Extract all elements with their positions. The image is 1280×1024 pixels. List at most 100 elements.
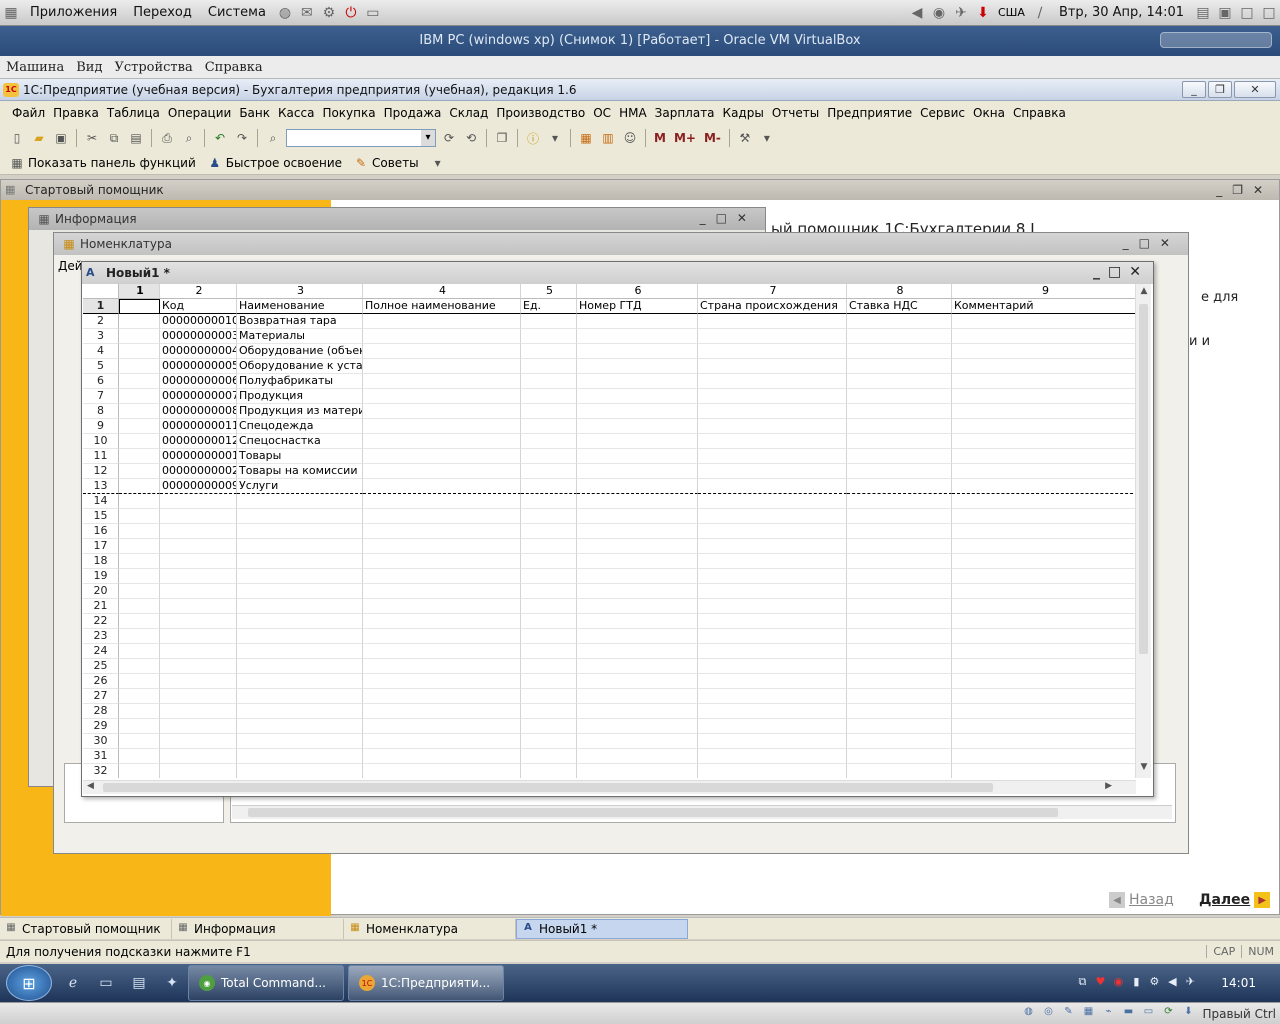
table-cell[interactable] bbox=[119, 524, 160, 539]
show-desktop-icon[interactable]: ▤ bbox=[1194, 4, 1212, 22]
table-cell[interactable] bbox=[577, 704, 698, 719]
table-cell[interactable] bbox=[698, 509, 847, 524]
table-cell[interactable] bbox=[521, 584, 577, 599]
table-cell[interactable]: 00000000006 bbox=[160, 374, 237, 389]
table-cell[interactable]: 00000000002 bbox=[160, 464, 237, 479]
table-cell[interactable] bbox=[237, 599, 363, 614]
table-cell[interactable] bbox=[952, 314, 1136, 329]
row-header[interactable]: 22 bbox=[83, 614, 119, 629]
calculator-icon[interactable]: ▦ bbox=[577, 129, 595, 147]
row-header[interactable]: 17 bbox=[83, 539, 119, 554]
table-cell[interactable] bbox=[119, 599, 160, 614]
table-cell[interactable]: Номер ГТД bbox=[577, 299, 698, 314]
table-cell[interactable] bbox=[577, 464, 698, 479]
menu-warehouse[interactable]: Склад bbox=[445, 106, 492, 120]
table-cell[interactable] bbox=[363, 689, 521, 704]
table-cell[interactable] bbox=[237, 719, 363, 734]
save-icon[interactable]: ▣ bbox=[52, 129, 70, 147]
find-next-icon[interactable]: ⟳ bbox=[440, 129, 458, 147]
table-cell[interactable] bbox=[119, 299, 160, 314]
table-cell[interactable] bbox=[577, 584, 698, 599]
row-header[interactable]: 8 bbox=[83, 404, 119, 419]
table-cell[interactable] bbox=[363, 419, 521, 434]
row-header[interactable]: 28 bbox=[83, 704, 119, 719]
usb-icon[interactable]: ⌁ bbox=[1100, 1006, 1116, 1022]
next-button[interactable]: Далее ▶ bbox=[1199, 892, 1274, 908]
table-cell[interactable] bbox=[119, 329, 160, 344]
table-cell[interactable] bbox=[237, 644, 363, 659]
table-cell[interactable] bbox=[952, 524, 1136, 539]
show-function-panel-button[interactable]: Показать панель функций bbox=[28, 156, 196, 170]
vbox-menu-devices[interactable]: Устройства bbox=[108, 60, 198, 75]
find-prev-icon[interactable]: ⟲ bbox=[462, 129, 480, 147]
table-cell[interactable] bbox=[577, 389, 698, 404]
table-cell[interactable] bbox=[237, 509, 363, 524]
table-cell[interactable] bbox=[363, 569, 521, 584]
table-cell[interactable] bbox=[521, 344, 577, 359]
menu-cash[interactable]: Касса bbox=[274, 106, 318, 120]
column-header[interactable]: 2 bbox=[160, 284, 237, 299]
table-cell[interactable] bbox=[521, 389, 577, 404]
table-cell[interactable] bbox=[160, 764, 237, 778]
table-cell[interactable] bbox=[698, 704, 847, 719]
table-cell[interactable] bbox=[521, 674, 577, 689]
table-cell[interactable] bbox=[363, 464, 521, 479]
table-cell[interactable] bbox=[698, 464, 847, 479]
memory-button[interactable]: M bbox=[654, 131, 666, 145]
capture-icon[interactable]: ⬇ bbox=[1180, 1006, 1196, 1022]
table-cell[interactable]: Код bbox=[160, 299, 237, 314]
open-folder-icon[interactable]: ▰ bbox=[30, 129, 48, 147]
table-cell[interactable] bbox=[160, 629, 237, 644]
table-cell[interactable] bbox=[521, 434, 577, 449]
table-cell[interactable] bbox=[952, 344, 1136, 359]
table-cell[interactable] bbox=[521, 569, 577, 584]
table-cell[interactable] bbox=[847, 479, 952, 494]
table-cell[interactable] bbox=[521, 734, 577, 749]
table-cell[interactable] bbox=[847, 719, 952, 734]
search-combo[interactable] bbox=[286, 129, 436, 147]
table-cell[interactable] bbox=[847, 419, 952, 434]
table-cell[interactable] bbox=[521, 494, 577, 509]
menu-bank[interactable]: Банк bbox=[235, 106, 274, 120]
network-icon[interactable]: ◉ bbox=[930, 4, 948, 22]
table-cell[interactable] bbox=[363, 359, 521, 374]
table-cell[interactable] bbox=[237, 704, 363, 719]
table-cell[interactable] bbox=[577, 614, 698, 629]
table-cell[interactable] bbox=[577, 449, 698, 464]
table-cell[interactable] bbox=[160, 509, 237, 524]
tools-icon[interactable]: ⚒ bbox=[736, 129, 754, 147]
table-cell[interactable] bbox=[521, 449, 577, 464]
table-cell[interactable] bbox=[363, 449, 521, 464]
menu-service[interactable]: Сервис bbox=[916, 106, 969, 120]
table-cell[interactable] bbox=[237, 614, 363, 629]
table-cell[interactable] bbox=[952, 764, 1136, 778]
minimize-button[interactable]: _ bbox=[1182, 81, 1206, 98]
table-cell[interactable] bbox=[952, 539, 1136, 554]
dropdown-arrow-icon[interactable]: ▾ bbox=[429, 154, 447, 172]
menu-edit[interactable]: Правка bbox=[49, 106, 103, 120]
table-cell[interactable] bbox=[952, 674, 1136, 689]
table-cell[interactable] bbox=[521, 704, 577, 719]
table-cell[interactable] bbox=[363, 509, 521, 524]
row-header[interactable]: 19 bbox=[83, 569, 119, 584]
table-cell[interactable] bbox=[847, 629, 952, 644]
table-cell[interactable]: 00000000009 bbox=[160, 479, 237, 494]
horizontal-scrollbar[interactable] bbox=[232, 805, 1172, 819]
hdd-icon[interactable]: ◍ bbox=[1020, 1006, 1036, 1022]
table-cell[interactable] bbox=[698, 629, 847, 644]
back-button[interactable]: ◀ Назад bbox=[1105, 892, 1174, 908]
table-cell[interactable] bbox=[577, 419, 698, 434]
table-cell[interactable] bbox=[577, 329, 698, 344]
table-cell[interactable] bbox=[577, 374, 698, 389]
table-cell[interactable] bbox=[160, 539, 237, 554]
vertical-scrollbar[interactable]: ▲ ▼ bbox=[1135, 284, 1151, 778]
close-button[interactable]: ✕ bbox=[1234, 81, 1276, 98]
table-cell[interactable]: 00000000011 bbox=[160, 419, 237, 434]
memory-minus-button[interactable]: M- bbox=[704, 131, 721, 145]
table-cell[interactable] bbox=[952, 389, 1136, 404]
menu-reports[interactable]: Отчеты bbox=[768, 106, 823, 120]
table-cell[interactable] bbox=[698, 734, 847, 749]
network-icon[interactable]: ▦ bbox=[1080, 1006, 1096, 1022]
table-cell[interactable]: Полное наименование bbox=[363, 299, 521, 314]
taskbar-clock[interactable]: 14:01 bbox=[1221, 976, 1256, 990]
